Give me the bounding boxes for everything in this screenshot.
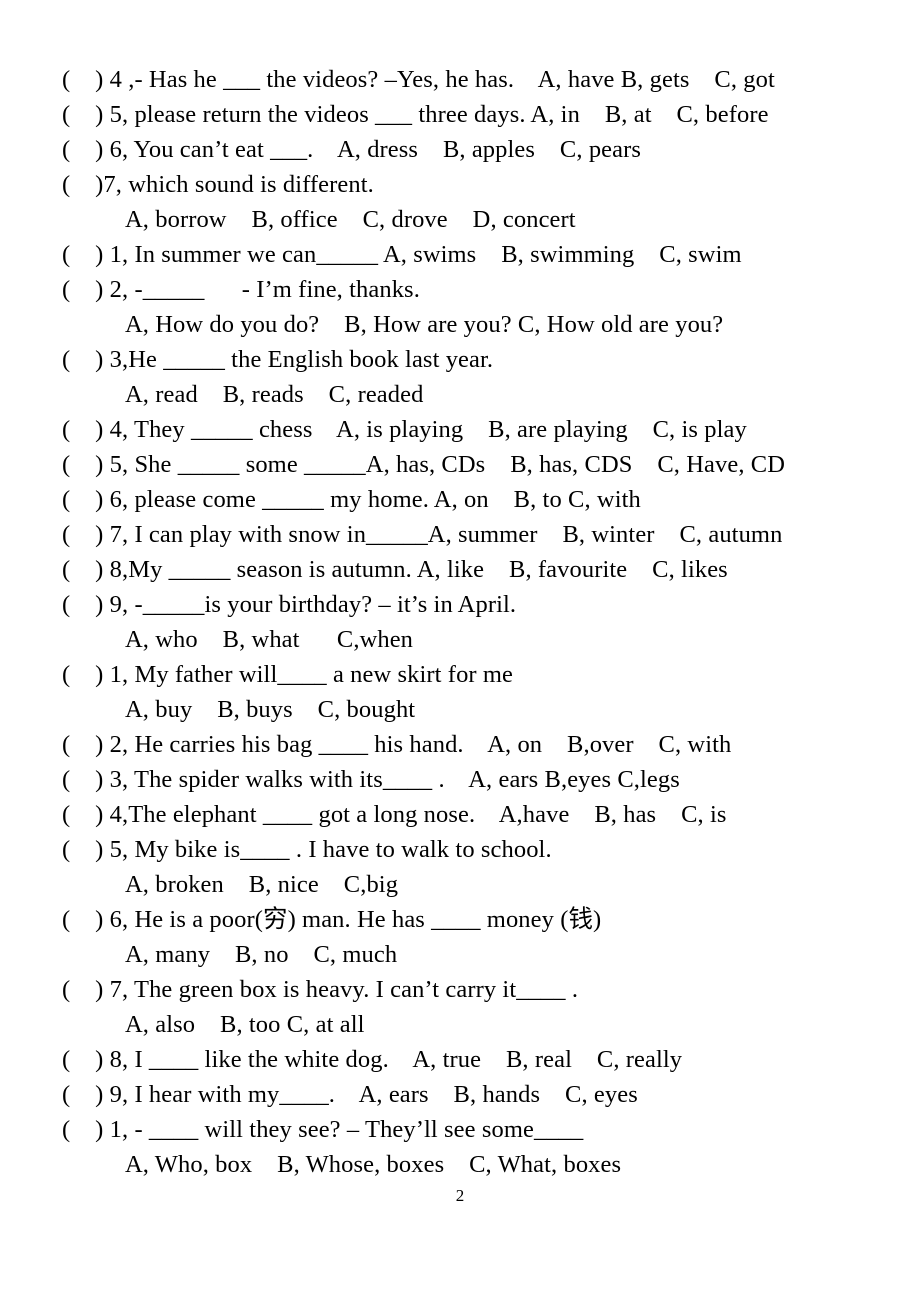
question-line: ( ) 4,The elephant ____ got a long nose.… bbox=[62, 801, 727, 828]
question-line: ( ) 6, He is a poor(穷) man. He has ____ … bbox=[62, 906, 602, 933]
question-line: ( ) 2, He carries his bag ____ his hand.… bbox=[62, 731, 732, 758]
option-line: A, read B, reads C, readed bbox=[125, 381, 424, 408]
option-line: A, buy B, buys C, bought bbox=[125, 696, 416, 723]
question-list: ( ) 4 ,- Has he ___ the videos? –Yes, he… bbox=[0, 62, 920, 1182]
page-number: 2 bbox=[455, 1186, 465, 1205]
question-line: ( ) 1, In summer we can_____ A, swims B,… bbox=[62, 241, 742, 268]
question-line: ( ) 7, The green box is heavy. I can’t c… bbox=[62, 976, 579, 1003]
worksheet-page: ( ) 4 ,- Has he ___ the videos? –Yes, he… bbox=[0, 0, 920, 1300]
question-line: ( ) 6, You can’t eat ___. A, dress B, ap… bbox=[62, 136, 642, 163]
question-line: ( ) 6, please come _____ my home. A, on … bbox=[62, 486, 641, 513]
question-line: ( ) 2, -_____ - I’m fine, thanks. bbox=[62, 276, 420, 303]
question-line: ( ) 1, My father will____ a new skirt fo… bbox=[62, 661, 514, 688]
question-line: ( ) 1, - ____ will they see? – They’ll s… bbox=[62, 1116, 584, 1143]
question-line: ( ) 9, -_____is your birthday? – it’s in… bbox=[62, 591, 517, 618]
question-line: ( ) 8, I ____ like the white dog. A, tru… bbox=[62, 1046, 683, 1073]
question-line: ( ) 5, My bike is____ . I have to walk t… bbox=[62, 836, 552, 863]
option-line: A, Who, box B, Whose, boxes C, What, box… bbox=[125, 1151, 622, 1178]
option-line: A, broken B, nice C,big bbox=[125, 871, 399, 898]
question-line: ( ) 4, They _____ chess A, is playing B,… bbox=[62, 416, 747, 443]
option-line: A, borrow B, office C, drove D, concert bbox=[125, 206, 576, 233]
question-line: ( ) 8,My _____ season is autumn. A, like… bbox=[62, 556, 728, 583]
question-line: ( ) 5, She _____ some _____A, has, CDs B… bbox=[62, 451, 786, 478]
question-line: ( ) 7, I can play with snow in_____A, su… bbox=[62, 521, 783, 548]
option-line: A, many B, no C, much bbox=[125, 941, 398, 968]
question-line: ( )7, which sound is different. bbox=[62, 171, 374, 198]
question-line: ( ) 4 ,- Has he ___ the videos? –Yes, he… bbox=[62, 66, 775, 93]
option-line: A, who B, what C,when bbox=[125, 626, 414, 653]
question-line: ( ) 3, The spider walks with its____ . A… bbox=[62, 766, 680, 793]
question-line: ( ) 9, I hear with my____. A, ears B, ha… bbox=[62, 1081, 638, 1108]
option-line: A, How do you do? B, How are you? C, How… bbox=[125, 311, 724, 338]
option-line: A, also B, too C, at all bbox=[125, 1011, 365, 1038]
question-line: ( ) 3,He _____ the English book last yea… bbox=[62, 346, 494, 373]
question-line: ( ) 5, please return the videos ___ thre… bbox=[62, 101, 769, 128]
